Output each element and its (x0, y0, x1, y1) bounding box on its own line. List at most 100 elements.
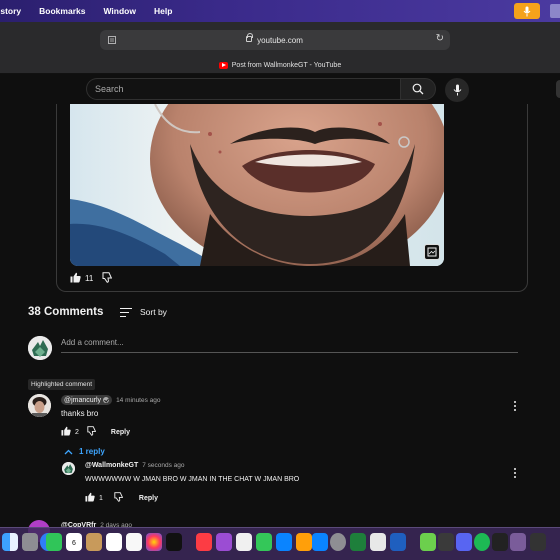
like-button[interactable] (85, 492, 95, 504)
menu-bookmarks[interactable]: Bookmarks (30, 6, 94, 16)
reply-button[interactable]: Reply (111, 429, 130, 436)
replies-toggle[interactable]: 1 reply (64, 447, 105, 456)
app-icon[interactable] (510, 533, 526, 551)
comment-header: @jmancurly 14 minutes ago (61, 395, 161, 405)
thumbs-down-icon (87, 426, 97, 436)
post-actions: 11 (70, 271, 113, 285)
youtube-header: Search (0, 74, 560, 104)
replies-toggle-label: 1 reply (79, 447, 105, 456)
appstore-icon[interactable] (312, 533, 328, 551)
discord-icon[interactable] (456, 533, 472, 551)
numbers-icon[interactable] (256, 533, 272, 551)
calendar-day: 6 (72, 540, 76, 547)
tab-title: Post from WallmonkeGT - YouTube (231, 61, 342, 69)
expand-image-icon[interactable] (424, 244, 440, 260)
dislike-button[interactable] (101, 271, 113, 285)
comments-header: 38 Comments Sort by (28, 306, 167, 318)
comment-time[interactable]: 14 minutes ago (116, 397, 160, 404)
add-comment-row: Add a comment... (28, 336, 518, 360)
photos-icon[interactable] (146, 533, 162, 551)
comments-count: 38 Comments (28, 306, 104, 318)
avatar (28, 336, 52, 360)
reply-actions: 1 Reply (85, 492, 158, 504)
more-options-icon[interactable] (514, 468, 517, 479)
dislike-button[interactable] (113, 492, 124, 504)
avatar[interactable] (28, 394, 51, 417)
post-image[interactable] (70, 104, 444, 266)
chevron-up-icon (64, 449, 73, 454)
like-count: 2 (75, 428, 79, 436)
search-input[interactable]: Search (86, 78, 400, 100)
menu-help[interactable]: Help (145, 6, 181, 16)
comment-actions: 2 Reply (61, 426, 130, 438)
sort-by-button[interactable]: Sort by (120, 307, 167, 317)
app-icon[interactable] (492, 533, 508, 551)
screen: istory Bookmarks Window Help youtube.com… (0, 0, 560, 560)
app-icon[interactable] (438, 533, 454, 551)
tab-active[interactable]: Post from WallmonkeGT - YouTube (0, 57, 560, 73)
appletv-icon[interactable] (166, 533, 182, 551)
search-icon (412, 83, 424, 95)
settings-icon[interactable] (330, 533, 346, 551)
highlighted-comment-badge: Highlighted comment (28, 379, 96, 390)
lock-icon (246, 33, 253, 42)
dock: 6 (0, 527, 560, 560)
app-icon[interactable] (390, 533, 406, 551)
launchpad-icon[interactable] (22, 533, 38, 551)
reply-text: WWWWWWW W JMAN BRO W JMAN IN THE CHAT W … (85, 476, 300, 483)
reply-header: @WallmonkeGT 7 seconds ago (85, 462, 185, 469)
verified-icon (103, 397, 110, 403)
comment-author-chip[interactable]: @jmancurly (61, 395, 113, 405)
app-icon[interactable] (420, 533, 436, 551)
microphone-icon (523, 6, 531, 16)
like-button[interactable] (70, 272, 81, 285)
menu-history[interactable]: istory (0, 6, 30, 16)
calendar-icon[interactable]: 6 (66, 533, 82, 551)
podcasts-icon[interactable] (216, 533, 232, 551)
pages-icon[interactable] (296, 533, 312, 551)
mic-indicator[interactable] (514, 3, 540, 19)
microphone-icon (453, 84, 461, 96)
reader-icon[interactable] (108, 36, 116, 44)
comment-author: @jmancurly (64, 396, 102, 404)
reload-icon[interactable]: ↻ (436, 33, 444, 44)
news-icon[interactable] (236, 533, 252, 551)
menu-bar: istory Bookmarks Window Help (0, 0, 560, 22)
app-icon[interactable] (350, 533, 366, 551)
facetime-icon[interactable] (46, 533, 62, 551)
stickies-icon[interactable] (126, 533, 142, 551)
avatar[interactable] (62, 462, 75, 475)
like-count: 11 (85, 273, 94, 283)
thumbs-up-icon (61, 426, 71, 436)
reminders-icon[interactable] (106, 533, 122, 551)
app-icon[interactable] (530, 533, 546, 551)
reply-author[interactable]: @WallmonkeGT (85, 462, 138, 469)
thumbs-down-icon (102, 271, 113, 283)
music-icon[interactable] (196, 533, 212, 551)
url-text: youtube.com (257, 35, 303, 45)
browser-toolbar: youtube.com ↻ Post from WallmonkeGT - Yo… (0, 22, 560, 74)
search-button[interactable] (400, 78, 436, 100)
notes-icon[interactable] (86, 533, 102, 551)
youtube-favicon-icon (218, 61, 228, 69)
create-button[interactable] (556, 80, 560, 98)
roblox-icon[interactable] (370, 533, 386, 551)
address-bar[interactable]: youtube.com ↻ (100, 30, 450, 50)
add-comment-input[interactable]: Add a comment... (61, 338, 518, 353)
like-button[interactable] (61, 426, 71, 438)
like-count: 1 (99, 494, 103, 502)
voice-search-button[interactable] (445, 78, 469, 102)
menu-window[interactable]: Window (94, 6, 145, 16)
thumbs-down-icon (114, 492, 124, 502)
sort-icon (120, 307, 132, 317)
thumbs-up-icon (70, 272, 81, 282)
sort-by-label: Sort by (140, 307, 167, 317)
reply-button[interactable]: Reply (139, 495, 158, 502)
spotify-icon[interactable] (474, 533, 490, 551)
status-item[interactable] (550, 4, 560, 18)
more-options-icon[interactable] (514, 401, 517, 412)
keynote-icon[interactable] (276, 533, 292, 551)
finder-icon[interactable] (2, 533, 18, 551)
dislike-button[interactable] (86, 426, 97, 438)
reply-time[interactable]: 7 seconds ago (142, 462, 184, 469)
